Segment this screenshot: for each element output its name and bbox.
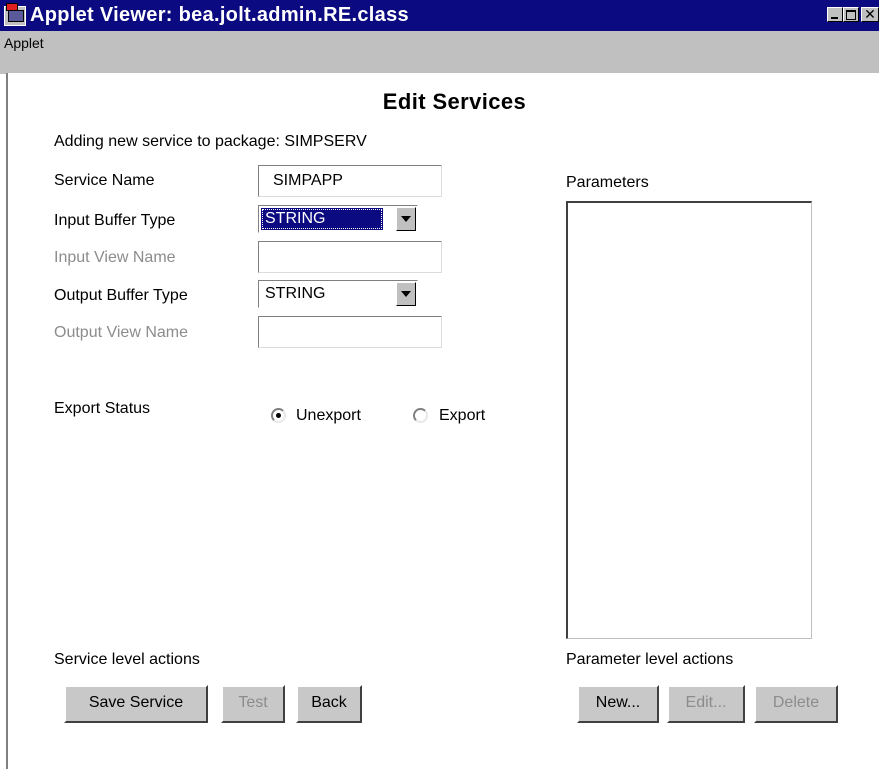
output-buffer-type-label: Output Buffer Type bbox=[54, 287, 188, 304]
input-buffer-type-value: STRING bbox=[261, 208, 383, 230]
parameter-actions-label: Parameter level actions bbox=[566, 651, 734, 668]
service-name-label: Service Name bbox=[54, 172, 155, 189]
unexport-radio-label[interactable]: Unexport bbox=[296, 406, 361, 426]
input-view-name-label: Input View Name bbox=[54, 249, 176, 266]
package-info-text: Adding new service to package: SIMPSERV bbox=[54, 133, 367, 150]
java-cup-icon[interactable] bbox=[4, 3, 26, 26]
export-radio[interactable] bbox=[413, 408, 428, 423]
input-view-name-input[interactable] bbox=[258, 241, 442, 273]
close-icon: ✕ bbox=[864, 6, 876, 22]
input-buffer-type-select[interactable]: STRING bbox=[258, 205, 418, 233]
parameters-list[interactable] bbox=[566, 201, 812, 639]
new-parameter-button[interactable]: New... bbox=[577, 685, 659, 723]
window-titlebar[interactable]: Applet Viewer: bea.jolt.admin.RE.class ✕ bbox=[0, 0, 879, 31]
service-actions-label: Service level actions bbox=[54, 651, 200, 668]
output-buffer-type-select[interactable]: STRING bbox=[258, 280, 418, 308]
window-title: Applet Viewer: bea.jolt.admin.RE.class bbox=[30, 4, 409, 26]
output-view-name-label: Output View Name bbox=[54, 324, 188, 341]
unexport-radio[interactable] bbox=[271, 408, 286, 423]
maximize-button[interactable] bbox=[843, 7, 859, 22]
save-service-button[interactable]: Save Service bbox=[64, 685, 208, 723]
input-buffer-type-label: Input Buffer Type bbox=[54, 212, 176, 229]
output-view-name-input[interactable] bbox=[258, 316, 442, 348]
chevron-down-icon[interactable] bbox=[396, 282, 416, 306]
page-title: Edit Services bbox=[382, 89, 527, 114]
chevron-down-icon[interactable] bbox=[396, 207, 416, 231]
test-button[interactable]: Test bbox=[221, 685, 285, 723]
edit-parameter-button[interactable]: Edit... bbox=[667, 685, 745, 723]
menu-item-applet[interactable]: Applet bbox=[4, 33, 44, 53]
close-button[interactable]: ✕ bbox=[861, 6, 879, 22]
parameters-label: Parameters bbox=[566, 174, 649, 191]
output-buffer-type-value: STRING bbox=[265, 285, 326, 302]
menu-bar: Applet bbox=[0, 31, 879, 74]
export-status-label: Export Status bbox=[54, 400, 151, 417]
back-button[interactable]: Back bbox=[296, 685, 362, 723]
service-name-input[interactable]: SIMPAPP bbox=[258, 165, 442, 197]
minimize-button[interactable] bbox=[827, 7, 843, 22]
export-radio-label[interactable]: Export bbox=[439, 406, 485, 426]
delete-parameter-button[interactable]: Delete bbox=[754, 685, 838, 723]
